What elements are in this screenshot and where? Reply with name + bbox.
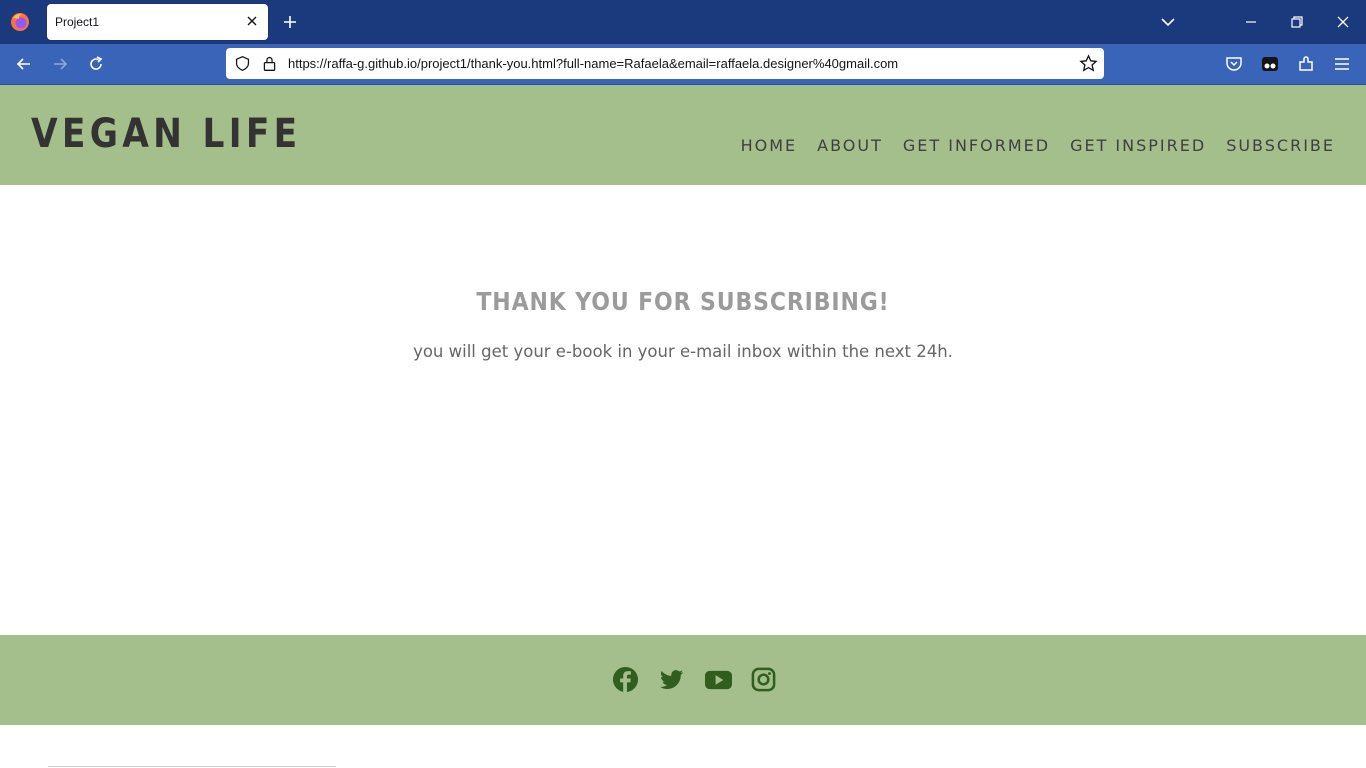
browser-toolbar: https://raffa-g.github.io/project1/thank…	[0, 44, 1366, 85]
nav-get-inspired[interactable]: GET INSPIRED	[1070, 136, 1206, 155]
facebook-icon[interactable]	[612, 666, 639, 693]
browser-tab-bar: Project1	[0, 0, 1366, 44]
page-bottom-area	[0, 725, 1366, 768]
social-links	[612, 666, 777, 693]
divider	[48, 766, 336, 767]
page-title: THANK YOU FOR SUBSCRIBING!	[476, 287, 890, 316]
nav-get-informed[interactable]: GET INFORMED	[903, 136, 1050, 155]
minimize-icon[interactable]	[1241, 12, 1261, 32]
nav-subscribe[interactable]: SUBSCRIBE	[1226, 136, 1335, 155]
forward-icon[interactable]	[50, 54, 70, 74]
nav-home[interactable]: HOME	[741, 136, 798, 155]
extension-glasses-icon[interactable]	[1260, 54, 1280, 74]
youtube-icon[interactable]	[704, 666, 732, 693]
shield-icon[interactable]	[234, 55, 251, 72]
twitter-icon[interactable]	[658, 666, 685, 693]
restore-icon[interactable]	[1287, 12, 1307, 32]
list-all-tabs-icon[interactable]	[1158, 12, 1178, 32]
close-window-icon[interactable]	[1333, 12, 1353, 32]
firefox-icon[interactable]	[10, 12, 30, 32]
menu-icon[interactable]	[1332, 54, 1352, 74]
nav-about[interactable]: ABOUT	[817, 136, 883, 155]
pocket-icon[interactable]	[1224, 54, 1244, 74]
site-logo[interactable]: VEGAN LIFE	[31, 111, 301, 157]
url-text[interactable]: https://raffa-g.github.io/project1/thank…	[288, 56, 898, 71]
extensions-icon[interactable]	[1296, 54, 1316, 74]
main-content: THANK YOU FOR SUBSCRIBING! you will get …	[0, 185, 1366, 635]
bookmark-star-icon[interactable]	[1079, 54, 1098, 73]
instagram-icon[interactable]	[750, 666, 777, 693]
close-tab-icon[interactable]	[244, 13, 260, 29]
tab-title: Project1	[55, 15, 100, 29]
thank-you-message: you will get your e-book in your e-mail …	[413, 342, 953, 361]
back-icon[interactable]	[14, 54, 34, 74]
site-footer	[0, 635, 1366, 725]
browser-tab[interactable]: Project1	[47, 4, 268, 40]
url-bar[interactable]: https://raffa-g.github.io/project1/thank…	[226, 48, 1104, 79]
new-tab-icon[interactable]	[280, 12, 300, 32]
reload-icon[interactable]	[86, 54, 106, 74]
site-header: VEGAN LIFE HOME ABOUT GET INFORMED GET I…	[0, 85, 1366, 185]
main-nav: HOME ABOUT GET INFORMED GET INSPIRED SUB…	[741, 136, 1335, 155]
lock-icon[interactable]	[261, 55, 278, 72]
